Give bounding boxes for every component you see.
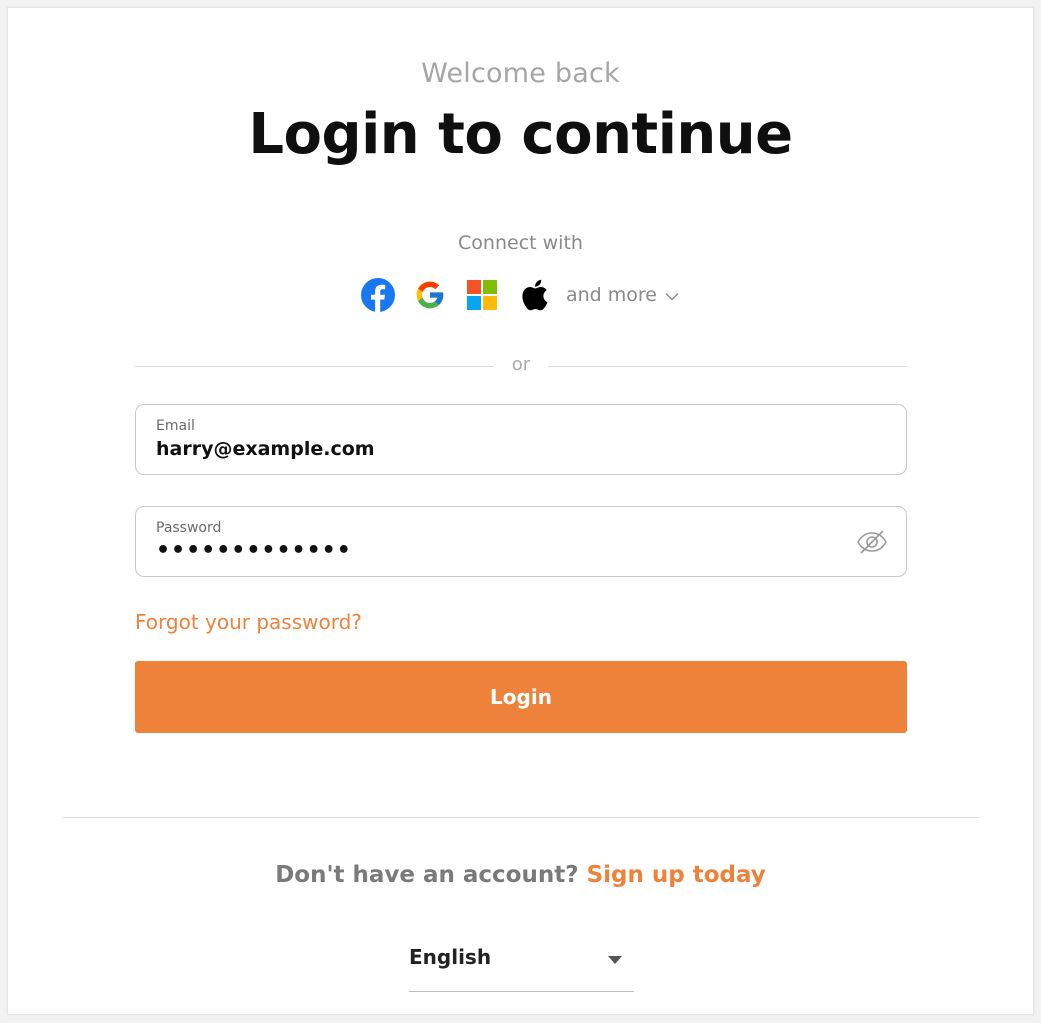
or-text: or [511, 354, 531, 375]
email-input[interactable] [156, 438, 796, 460]
language-selected-value: English [409, 945, 492, 969]
signup-link[interactable]: Sign up today [587, 862, 766, 888]
forgot-password-link[interactable]: Forgot your password? [135, 610, 362, 634]
language-select[interactable]: English [409, 940, 634, 992]
login-card: Welcome back Login to continue Connect w… [7, 7, 1034, 1015]
password-field[interactable]: Password ••••••••••••• [135, 506, 907, 577]
chevron-down-icon [665, 292, 679, 301]
signup-prompt: Don't have an account? [275, 862, 587, 888]
or-divider: or [135, 354, 907, 375]
password-label: Password [156, 520, 222, 536]
microsoft-login-button[interactable] [464, 277, 500, 313]
login-button[interactable]: Login [135, 661, 907, 733]
google-icon [416, 281, 444, 309]
apple-login-button[interactable] [516, 277, 552, 313]
apple-icon [522, 279, 548, 311]
page-title: Login to continue [248, 102, 793, 167]
google-login-button[interactable] [412, 277, 448, 313]
eye-off-icon [857, 530, 887, 554]
more-providers-button[interactable]: and more [566, 284, 679, 306]
signup-row: Don't have an account? Sign up today [8, 862, 1033, 888]
microsoft-icon [467, 280, 497, 310]
facebook-login-button[interactable] [360, 277, 396, 313]
connect-with-label: Connect with [458, 232, 583, 254]
toggle-password-visibility-button[interactable] [856, 529, 888, 555]
welcome-subtitle: Welcome back [421, 58, 620, 89]
divider-line-right [548, 366, 907, 367]
caret-down-icon [608, 956, 622, 964]
password-input[interactable]: ••••••••••••• [156, 538, 796, 563]
email-field[interactable]: Email [135, 404, 907, 475]
more-providers-label: and more [566, 284, 658, 306]
social-login-row: and more [360, 275, 679, 315]
email-label: Email [156, 418, 195, 434]
facebook-icon [361, 278, 395, 312]
footer-divider [63, 817, 979, 818]
